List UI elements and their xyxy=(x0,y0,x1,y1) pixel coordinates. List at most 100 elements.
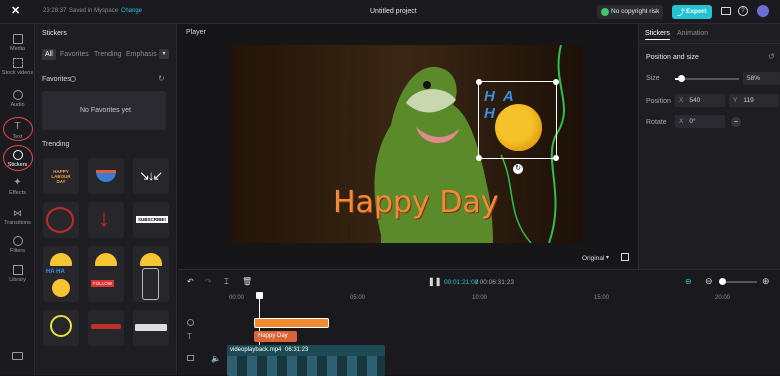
project-title[interactable]: Untitled project xyxy=(370,8,417,15)
video-thumbnails xyxy=(227,356,385,376)
rotate-label: Rotate xyxy=(646,119,667,126)
trending-label: Trending xyxy=(42,141,70,148)
sticker-subscribe-bar[interactable] xyxy=(133,310,169,346)
saved-status: Saved in Myspace xyxy=(69,8,119,14)
handle-tr[interactable] xyxy=(553,79,559,85)
position-x-field[interactable]: X 540 xyxy=(675,94,725,107)
sticker-selection-box[interactable]: HA HA ↻ xyxy=(476,79,559,174)
tab-stickers[interactable]: Stickers xyxy=(645,30,670,40)
redo-icon[interactable]: ↷ xyxy=(205,277,212,286)
video-preview[interactable]: HA HA ↻ Happy Day xyxy=(231,45,583,243)
happy-day-caption[interactable]: Happy Day xyxy=(333,185,499,220)
text-clip-label: Happy Day xyxy=(258,333,288,339)
rail-filters[interactable]: Filters xyxy=(0,236,35,254)
undo-icon[interactable]: ↶ xyxy=(187,277,194,286)
cover-icon[interactable] xyxy=(187,355,194,361)
sticker-red-arrow[interactable]: ↓ xyxy=(88,202,124,238)
text-clip[interactable]: Happy Day xyxy=(254,331,297,342)
tick-20: 20:00 xyxy=(715,295,731,301)
labour-day-text: HAPPY LABOUR DAY xyxy=(51,169,71,184)
sticker-track-icon xyxy=(187,319,194,326)
sticker-phone[interactable] xyxy=(133,266,169,302)
fullscreen-icon[interactable] xyxy=(621,253,629,261)
pause-icon[interactable]: ❚❚ xyxy=(428,277,441,286)
timeline: ↶ ↷ ⌶ 🗑 ❚❚ 00:01:21:08 / 00:06:31:23 ⊖ ⊖… xyxy=(178,269,780,376)
zoom-out-icon[interactable]: ⊖ xyxy=(705,276,713,287)
rotate-minus-button[interactable]: − xyxy=(731,117,741,127)
rail-media[interactable]: Media xyxy=(0,34,35,52)
rail-effects[interactable]: ✦ Effects xyxy=(0,177,35,197)
sticker-clip[interactable] xyxy=(254,318,329,328)
rotate-handle-icon[interactable]: ↻ xyxy=(513,164,523,174)
change-link[interactable]: Change xyxy=(121,8,142,14)
stickers-panel-more: HA HA FOLLOW xyxy=(35,266,177,375)
rotate-field[interactable]: X 0° xyxy=(675,115,725,128)
tab-animation[interactable]: Animation xyxy=(677,30,708,37)
video-clip[interactable]: videoplayback.mp4 06:31:23 xyxy=(227,345,385,376)
check-icon xyxy=(601,8,609,16)
zoom-in-icon[interactable]: ⊕ xyxy=(762,276,770,287)
x-value: 540 xyxy=(689,97,701,104)
position-y-field[interactable]: Y 119 xyxy=(729,94,779,107)
help-icon[interactable]: ? xyxy=(738,6,748,16)
size-field[interactable]: 58% xyxy=(743,72,780,85)
zoom-slider-thumb[interactable] xyxy=(719,278,726,285)
keyboard-icon[interactable] xyxy=(721,7,731,15)
refresh-icon[interactable]: ↻ xyxy=(158,74,165,83)
copyright-button[interactable]: No copyright risk xyxy=(597,5,663,19)
divider xyxy=(639,43,780,44)
export-button[interactable]: ⤴ Export xyxy=(672,5,712,19)
sticker-ha-ha-emoji[interactable]: HA HA xyxy=(43,266,79,302)
sticker-subscribe[interactable]: SUBSCRIBE! xyxy=(133,202,169,238)
tabs-more-button[interactable]: ▾ xyxy=(159,49,169,59)
grid-icon xyxy=(12,58,23,68)
panel-title: Stickers xyxy=(42,30,67,37)
scribble-shape xyxy=(91,324,121,329)
delete-icon[interactable]: 🗑 xyxy=(242,277,252,286)
rail-label: Audio xyxy=(10,102,25,108)
rail-library[interactable]: Library xyxy=(0,265,35,283)
clock-text: 23:28:37 xyxy=(43,8,67,14)
ratio-select[interactable]: Original xyxy=(582,255,604,262)
video-clip-duration: 06:31:23 xyxy=(285,347,309,353)
avatar[interactable] xyxy=(757,5,769,17)
sticker-spark[interactable] xyxy=(43,310,79,346)
favorites-box: No Favorites yet xyxy=(42,91,166,130)
size-slider[interactable] xyxy=(675,75,739,82)
circle-shape xyxy=(46,207,74,233)
tab-all[interactable]: All xyxy=(42,49,56,60)
capcut-logo-icon[interactable]: ✕ xyxy=(11,5,23,17)
top-bar: ✕ 23:28:37 Saved in Myspace Change Untit… xyxy=(0,0,780,24)
effects-icon: ✦ xyxy=(13,177,22,188)
rail-label: Stock videos xyxy=(1,70,34,76)
reset-icon[interactable]: ↺ xyxy=(768,52,775,61)
tab-trending[interactable]: Trending xyxy=(94,51,121,58)
handle-tl[interactable] xyxy=(476,79,482,85)
size-value: 58% xyxy=(747,75,761,82)
sticker-arrows[interactable]: ↘↓↙ xyxy=(133,158,169,194)
total-duration: / 00:06:31:23 xyxy=(476,279,514,286)
sticker-red-circle[interactable] xyxy=(43,202,79,238)
tab-favorites[interactable]: Favorites xyxy=(60,51,89,58)
playhead-handle[interactable] xyxy=(256,292,263,299)
handle-bl[interactable] xyxy=(476,155,482,161)
rail-transitions[interactable]: ⋈ Transitions xyxy=(0,208,35,226)
sticker-red-scribble[interactable] xyxy=(88,310,124,346)
magnet-icon[interactable]: ⊖ xyxy=(685,277,692,286)
tick-5: 05:00 xyxy=(350,295,366,301)
handle-br[interactable] xyxy=(553,155,559,161)
sticker-follow[interactable]: FOLLOW xyxy=(88,266,124,302)
position-label: Position xyxy=(646,98,671,105)
rail-audio[interactable]: Audio xyxy=(0,90,35,108)
sticker-food-bowl[interactable] xyxy=(88,158,124,194)
rail-stock-videos[interactable]: Stock videos xyxy=(0,58,35,76)
sticker-happy-labour-day[interactable]: HAPPY LABOUR DAY xyxy=(43,158,79,194)
audio-track-icon[interactable]: 🔈 xyxy=(211,354,221,363)
size-slider-thumb[interactable] xyxy=(678,75,685,82)
split-icon[interactable]: ⌶ xyxy=(224,277,229,287)
music-icon xyxy=(12,90,23,100)
tab-emphasis[interactable]: Emphasis xyxy=(126,51,157,58)
rail-label: Effects xyxy=(9,190,26,196)
copyright-label: No copyright risk xyxy=(611,8,660,15)
shortcuts-icon[interactable] xyxy=(12,352,23,360)
